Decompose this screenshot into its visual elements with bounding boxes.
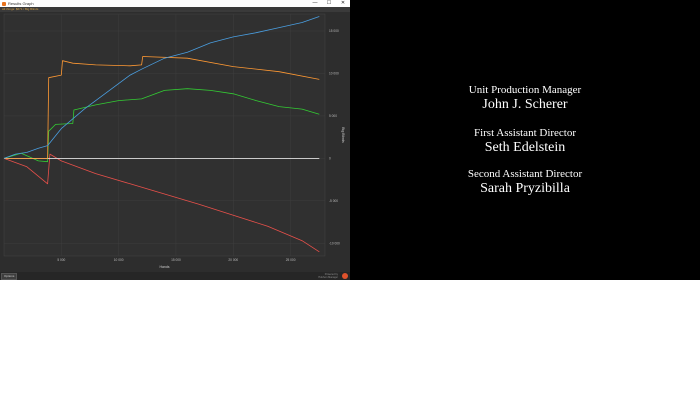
chart-canvas: 5 000 10 000 15 000 20 000 25 000 15 000 10 00… xyxy=(3,13,345,269)
credit-block-upm: Unit Production Manager John J. Scherer xyxy=(350,84,700,113)
plot-area xyxy=(3,13,326,257)
y-tick-label: -5 000 xyxy=(329,199,338,203)
app-icon xyxy=(2,1,6,6)
close-button[interactable]: ✕ xyxy=(336,0,350,7)
credit-role: Second Assistant Director xyxy=(467,168,583,180)
powered-by-label: Powered by Hold'em Manager xyxy=(318,273,338,279)
credit-role: First Assistant Director xyxy=(473,127,577,139)
credit-block-second-ad: Second Assistant Director Sarah Pryzibil… xyxy=(350,168,700,197)
x-tick-label: 15 000 xyxy=(171,258,181,262)
credit-name: John J. Scherer xyxy=(482,97,568,112)
maximize-button[interactable]: ☐ xyxy=(322,0,336,7)
y-tick-label: 5 000 xyxy=(329,114,337,118)
options-button[interactable]: Options xyxy=(1,273,18,280)
x-tick-label: 25 000 xyxy=(286,258,296,262)
x-axis-label: Hands xyxy=(159,265,169,269)
window-title: Results Graph xyxy=(8,1,34,6)
credits-panel: Unit Production Manager John J. Scherer … xyxy=(350,0,700,280)
status-bar: Options Powered by Hold'em Manager xyxy=(0,272,350,280)
credit-name: Seth Edelstein xyxy=(484,140,566,155)
y-tick-label: 15 000 xyxy=(329,29,339,33)
y-tick-label: -10 000 xyxy=(329,241,340,245)
results-graph-window: Results Graph — ☐ ✕ All things: $671 / B… xyxy=(0,0,350,280)
y-axis-label: Big Blinds xyxy=(341,127,345,143)
y-tick-label: 0 xyxy=(329,156,331,160)
x-tick-label: 20 000 xyxy=(228,258,238,262)
minimize-button[interactable]: — xyxy=(308,0,322,7)
x-tick-label: 10 000 xyxy=(114,258,124,262)
title-bar[interactable]: Results Graph — ☐ ✕ xyxy=(0,0,350,7)
credit-role: Unit Production Manager xyxy=(468,84,582,96)
results-chart: 5 000 10 000 15 000 20 000 25 000 15 000 10 00… xyxy=(0,12,350,272)
credit-name: Sarah Pryzibilla xyxy=(480,181,570,196)
credit-block-first-ad: First Assistant Director Seth Edelstein xyxy=(350,127,700,156)
powered-by-line2: Hold'em Manager xyxy=(318,276,338,279)
window-controls: — ☐ ✕ xyxy=(308,0,350,7)
x-tick-label: 5 000 xyxy=(57,258,65,262)
logo-icon xyxy=(342,273,348,279)
y-tick-label: 10 000 xyxy=(329,71,339,75)
